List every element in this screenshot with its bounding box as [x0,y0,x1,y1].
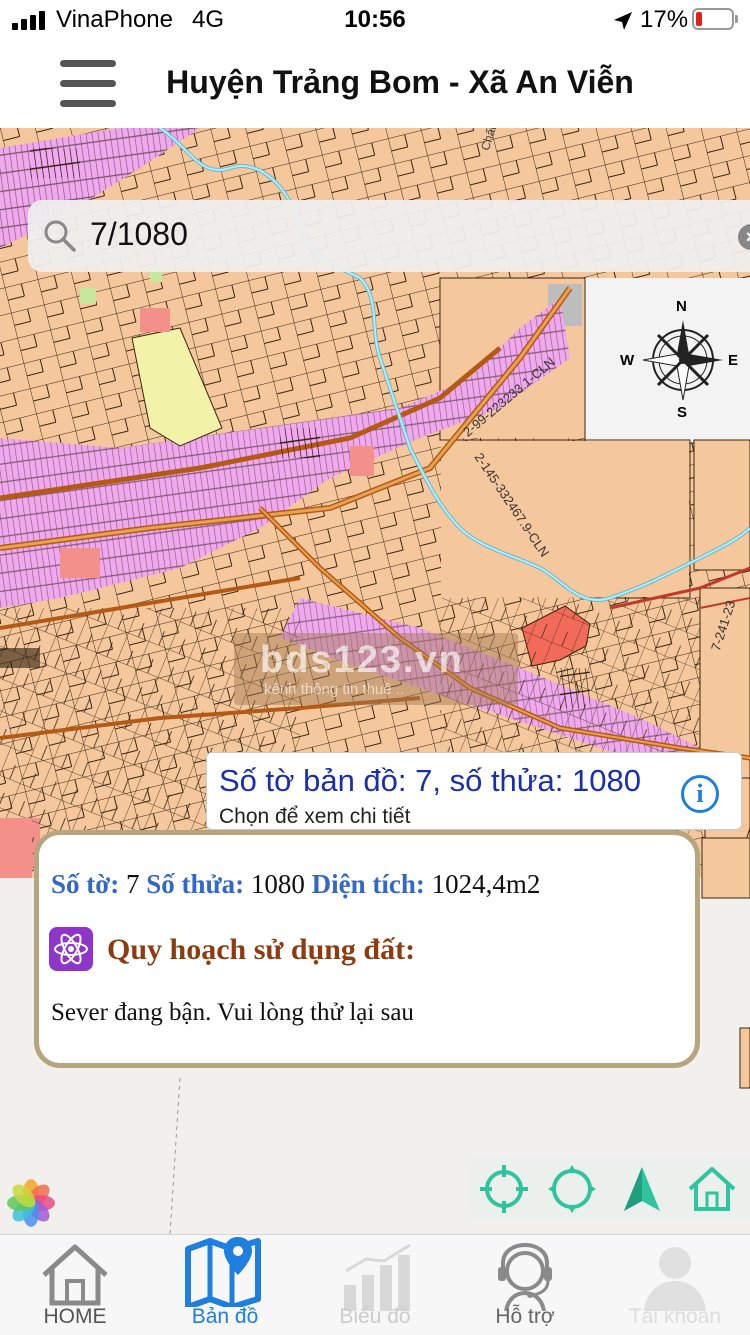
compass-e: E [728,352,739,369]
watermark-subtext: kênh thông tin thuê .. [264,681,405,698]
sheet-value: 7 [125,869,140,899]
search-icon [44,220,76,252]
area-value: 1024,4m2 [431,869,541,899]
navigation-arrow-icon[interactable] [616,1163,668,1215]
area-label: Diện tích: [311,869,425,899]
tab-account[interactable]: Tài khoản [600,1235,750,1335]
server-busy-message: Sever đang bận. Vui lòng thử lại sau [51,999,414,1026]
compass: N S W E [618,298,748,423]
popup-title: Số tờ bản đồ: 7, số thửa: 1080 [219,763,641,798]
info-icon[interactable]: i [681,775,719,813]
tab-bar: HOME Bản đồ Biểu đồ Hỗ trợ Tài khoản [0,1234,750,1335]
parcel-popup[interactable]: Số tờ bản đồ: 7, số thửa: 1080 Chọn để x… [206,752,742,830]
parcel-detail-panel: Số tờ: 7 Số thửa: 1080 Diện tích: 1024,4… [34,830,700,1068]
tab-support-label: Hỗ trợ [495,1305,555,1328]
chart-icon [344,1243,411,1311]
atom-icon [49,927,93,971]
photos-icon[interactable] [4,1176,58,1230]
tab-support[interactable]: Hỗ trợ [450,1235,600,1335]
status-bar: VinaPhone 4G 10:56 17% [0,0,750,40]
land-use-plan-title: Quy hoạch sử dụng đất: [107,933,416,966]
home-icon[interactable] [686,1163,738,1215]
battery-cap [735,15,738,23]
battery-icon [692,8,734,30]
search-input[interactable]: 7/1080 [90,216,188,253]
compass-s: S [677,404,688,421]
location-arrow-icon [614,12,632,30]
locate-icon[interactable] [478,1163,530,1215]
compass-n: N [676,298,687,315]
parcel-label: Số thửa: [146,869,245,899]
map-view[interactable]: Chất tha 2-99-223233.1-CLN 2-145-332467.… [0,128,750,1234]
tab-home[interactable]: HOME [0,1235,150,1335]
parcel-value: 1080 [250,869,305,899]
search-bar[interactable]: 7/1080 × [28,200,750,272]
sheet-label: Số tờ: [51,869,120,899]
tab-chart-label: Biểu đồ [339,1305,411,1328]
app-header: Huyện Trảng Bom - Xã An Viễn [0,40,750,128]
home-icon [42,1244,108,1306]
watermark: bds123.vn kênh thông tin thuê .. [234,633,518,705]
battery-percent: 17% [640,6,689,33]
map-tools [470,1158,750,1220]
support-icon [498,1242,552,1311]
tab-account-label: Tài khoản [628,1305,722,1328]
clear-search-icon[interactable]: × [738,224,750,250]
map-icon [185,1237,261,1307]
tab-map[interactable]: Bản đồ [150,1235,300,1335]
watermark-text: bds123.vn [260,639,464,681]
account-icon [644,1247,706,1311]
clock: 10:56 [344,6,406,33]
tab-chart[interactable]: Biểu đồ [300,1235,450,1335]
compass-w: W [620,352,635,369]
menu-button[interactable] [56,60,120,108]
page-title: Huyện Trảng Bom - Xã An Viễn [166,64,634,100]
popup-subtitle: Chọn để xem chi tiết [219,805,411,828]
tab-map-label: Bản đồ [191,1305,259,1328]
parcel-summary: Số tờ: 7 Số thửa: 1080 Diện tích: 1024,4… [51,869,540,900]
tab-home-label: HOME [43,1305,107,1328]
gps-icon[interactable] [546,1163,598,1215]
